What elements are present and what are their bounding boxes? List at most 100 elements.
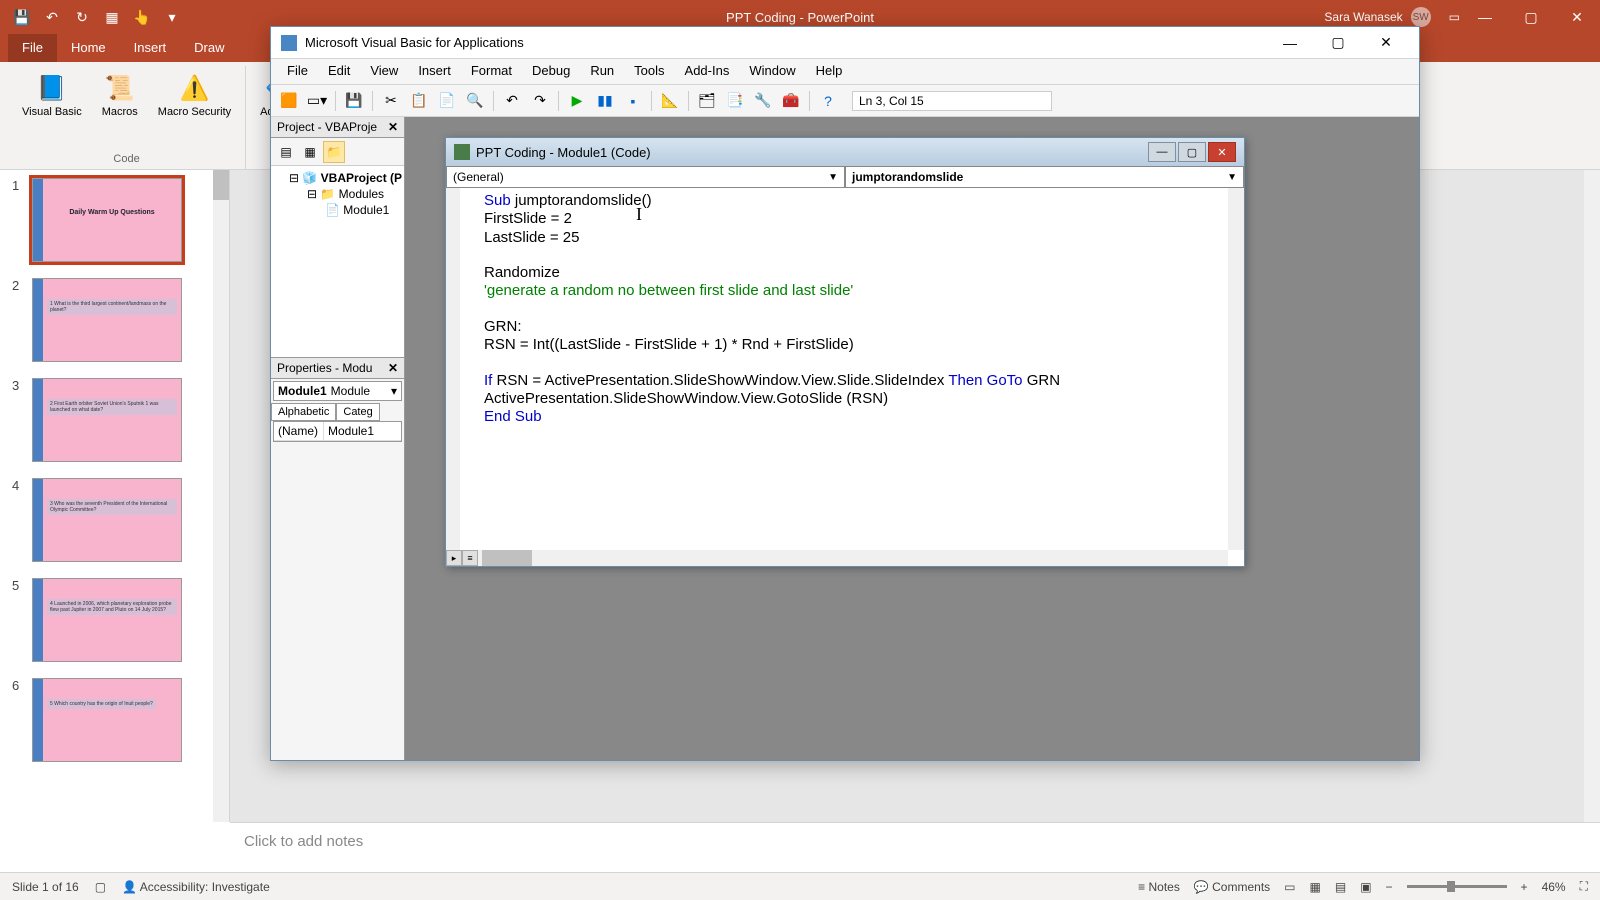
macro-security-button[interactable]: ⚠️ Macro Security bbox=[152, 70, 237, 121]
visual-basic-button[interactable]: 📘 Visual Basic bbox=[16, 70, 88, 121]
procedure-combo[interactable]: jumptorandomslide▼ bbox=[845, 166, 1244, 188]
slides-scrollbar[interactable] bbox=[213, 170, 229, 822]
language-icon[interactable]: ▢ bbox=[95, 880, 106, 894]
tab-alphabetic[interactable]: Alphabetic bbox=[271, 403, 336, 421]
minimize-icon[interactable]: — bbox=[1148, 142, 1176, 162]
paste-icon[interactable]: 📄 bbox=[435, 89, 459, 113]
zoom-out-icon[interactable]: − bbox=[1386, 880, 1393, 894]
view-object-icon[interactable]: ▦ bbox=[299, 141, 321, 163]
object-browser-icon[interactable]: 🔧 bbox=[751, 89, 775, 113]
undo-icon[interactable]: ↶ bbox=[500, 89, 524, 113]
close-icon[interactable]: ✕ bbox=[1208, 142, 1236, 162]
close-icon[interactable]: ✕ bbox=[388, 120, 398, 134]
redo-icon[interactable]: ↻ bbox=[74, 9, 90, 25]
slide-thumbnail[interactable]: 5 Which country has the origin of Inuit … bbox=[32, 678, 182, 762]
tab-draw[interactable]: Draw bbox=[180, 34, 238, 62]
comments-toggle[interactable]: 💬 Comments bbox=[1194, 880, 1270, 894]
break-icon[interactable]: ▮▮ bbox=[593, 89, 617, 113]
accessibility-status[interactable]: 👤 Accessibility: Investigate bbox=[122, 880, 270, 894]
redo-icon[interactable]: ↷ bbox=[528, 89, 552, 113]
help-icon[interactable]: ? bbox=[816, 89, 840, 113]
menu-tools[interactable]: Tools bbox=[624, 59, 674, 84]
undo-icon[interactable]: ↶ bbox=[44, 9, 60, 25]
menu-window[interactable]: Window bbox=[739, 59, 805, 84]
object-combo[interactable]: (General)▼ bbox=[446, 166, 845, 188]
v-scrollbar[interactable] bbox=[1228, 188, 1244, 550]
close-icon[interactable]: ✕ bbox=[1554, 0, 1600, 34]
vba-close-icon[interactable]: ✕ bbox=[1363, 29, 1409, 57]
code-mdi-area: PPT Coding - Module1 (Code) — ▢ ✕ (Gener… bbox=[405, 117, 1419, 760]
h-scrollbar[interactable]: ▸≡ bbox=[446, 550, 1228, 566]
design-mode-icon[interactable]: 📐 bbox=[658, 89, 682, 113]
vba-titlebar[interactable]: Microsoft Visual Basic for Applications … bbox=[271, 27, 1419, 59]
slides-panel: 1 Daily Warm Up Questions 2 1 What is th… bbox=[0, 170, 230, 822]
toolbox-icon[interactable]: 🧰 bbox=[779, 89, 803, 113]
slide-counter[interactable]: Slide 1 of 16 bbox=[12, 880, 79, 894]
copy-icon[interactable]: 📋 bbox=[407, 89, 431, 113]
slide-thumbnail[interactable]: 1 What is the third largest continent/la… bbox=[32, 278, 182, 362]
main-scrollbar[interactable] bbox=[1584, 170, 1600, 822]
slideshow-view-icon[interactable]: ▣ bbox=[1360, 880, 1371, 894]
menu-help[interactable]: Help bbox=[806, 59, 853, 84]
vba-window: Microsoft Visual Basic for Applications … bbox=[270, 26, 1420, 761]
sorter-view-icon[interactable]: ▦ bbox=[1310, 880, 1321, 894]
properties-grid[interactable]: (Name) Module1 bbox=[273, 421, 402, 442]
user-avatar[interactable]: SW bbox=[1411, 7, 1431, 27]
tab-file[interactable]: File bbox=[8, 34, 57, 62]
save-icon[interactable]: 💾 bbox=[342, 89, 366, 113]
full-module-view-icon[interactable]: ≡ bbox=[462, 550, 478, 566]
menu-addins[interactable]: Add-Ins bbox=[675, 59, 740, 84]
properties-panel: Properties - Modu ✕ Module1 Module ▾ Alp… bbox=[271, 357, 405, 760]
slide-thumbnail[interactable]: 2 First Earth orbiter Soviet Union's Spu… bbox=[32, 378, 182, 462]
tab-insert[interactable]: Insert bbox=[120, 34, 181, 62]
minimize-icon[interactable]: — bbox=[1462, 0, 1508, 34]
maximize-icon[interactable]: ▢ bbox=[1178, 142, 1206, 162]
vba-maximize-icon[interactable]: ▢ bbox=[1315, 29, 1361, 57]
zoom-slider[interactable] bbox=[1407, 885, 1507, 888]
notes-toggle[interactable]: ≡ Notes bbox=[1138, 880, 1180, 894]
vba-minimize-icon[interactable]: — bbox=[1267, 29, 1313, 57]
slide-thumbnail[interactable]: 4 Launched in 2006, which planetary expl… bbox=[32, 578, 182, 662]
present-icon[interactable]: ▦ bbox=[104, 9, 120, 25]
menu-edit[interactable]: Edit bbox=[318, 59, 360, 84]
properties-object-combo[interactable]: Module1 Module ▾ bbox=[273, 381, 402, 401]
cut-icon[interactable]: ✂ bbox=[379, 89, 403, 113]
ribbon-display-icon[interactable]: ▭ bbox=[1449, 10, 1460, 24]
reset-icon[interactable]: ▪ bbox=[621, 89, 645, 113]
tab-home[interactable]: Home bbox=[57, 34, 120, 62]
menu-file[interactable]: File bbox=[277, 59, 318, 84]
view-code-icon[interactable]: ▤ bbox=[275, 141, 297, 163]
view-ppt-icon[interactable]: 🟧 bbox=[277, 89, 301, 113]
menu-format[interactable]: Format bbox=[461, 59, 522, 84]
save-icon[interactable]: 💾 bbox=[14, 9, 30, 25]
touch-icon[interactable]: 👆 bbox=[134, 9, 150, 25]
prop-name-value[interactable]: Module1 bbox=[324, 422, 378, 440]
menu-run[interactable]: Run bbox=[580, 59, 624, 84]
code-window-titlebar[interactable]: PPT Coding - Module1 (Code) — ▢ ✕ bbox=[446, 138, 1244, 166]
insert-module-icon[interactable]: ▭▾ bbox=[305, 89, 329, 113]
zoom-in-icon[interactable]: + bbox=[1521, 880, 1528, 894]
reading-view-icon[interactable]: ▤ bbox=[1335, 880, 1346, 894]
tab-categorized[interactable]: Categ bbox=[336, 403, 379, 421]
project-explorer-icon[interactable]: 🗂 bbox=[695, 89, 719, 113]
slide-thumbnail[interactable]: 3 Who was the seventh President of the I… bbox=[32, 478, 182, 562]
menu-insert[interactable]: Insert bbox=[408, 59, 461, 84]
menu-view[interactable]: View bbox=[360, 59, 408, 84]
code-editor[interactable]: Sub jumptorandomslide() FirstSlide = 2 L… bbox=[446, 188, 1228, 550]
normal-view-icon[interactable]: ▭ bbox=[1284, 880, 1295, 894]
qat-dropdown-icon[interactable]: ▾ bbox=[164, 9, 180, 25]
slide-thumbnail[interactable]: Daily Warm Up Questions bbox=[32, 178, 182, 262]
maximize-icon[interactable]: ▢ bbox=[1508, 0, 1554, 34]
macros-button[interactable]: 📜 Macros bbox=[96, 70, 144, 121]
fit-window-icon[interactable]: ⛶ bbox=[1580, 879, 1588, 894]
properties-icon[interactable]: 📑 bbox=[723, 89, 747, 113]
toggle-folders-icon[interactable]: 📁 bbox=[323, 141, 345, 163]
menu-debug[interactable]: Debug bbox=[522, 59, 580, 84]
slide-number: 1 bbox=[12, 178, 24, 262]
notes-area[interactable]: Click to add notes bbox=[230, 822, 1600, 872]
run-icon[interactable]: ▶ bbox=[565, 89, 589, 113]
zoom-level[interactable]: 46% bbox=[1542, 880, 1566, 894]
procedure-view-icon[interactable]: ▸ bbox=[446, 550, 462, 566]
close-icon[interactable]: ✕ bbox=[388, 361, 398, 375]
find-icon[interactable]: 🔍 bbox=[463, 89, 487, 113]
